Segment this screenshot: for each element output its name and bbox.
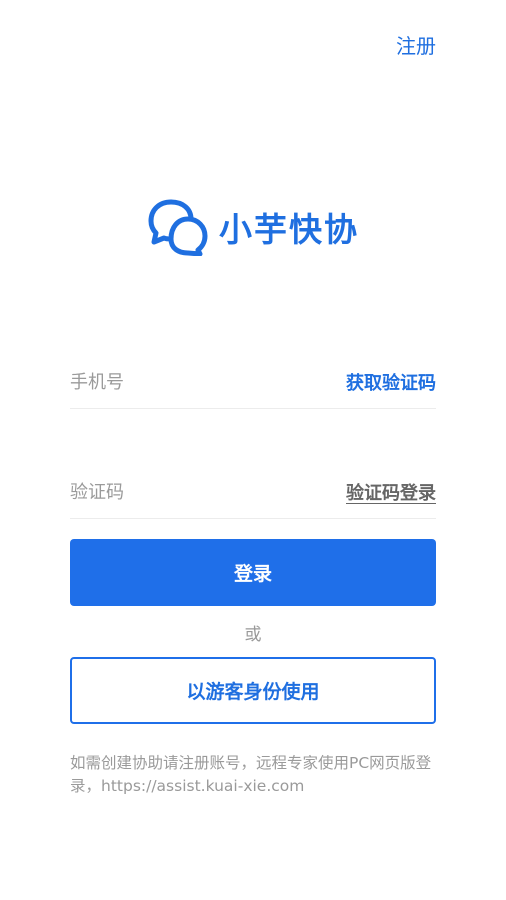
phone-field-row: 获取验证码	[70, 356, 436, 409]
login-button[interactable]: 登录	[70, 539, 436, 606]
phone-input[interactable]	[70, 371, 270, 393]
footer-hint: 如需创建协助请注册账号，远程专家使用PC网页版登录，https://assist…	[70, 754, 432, 795]
login-screen: 注册 小芋快协 获取验证码 验证码登录 登录 或 以游客身份使用 如需创建协助请…	[0, 0, 506, 900]
verification-code-input[interactable]	[70, 481, 270, 503]
or-divider-text: 或	[244, 625, 262, 645]
code-login-link[interactable]: 验证码登录	[346, 479, 436, 505]
get-code-button[interactable]: 获取验证码	[346, 369, 436, 395]
code-field-row: 验证码登录	[70, 466, 436, 519]
register-link[interactable]: 注册	[396, 30, 436, 59]
app-logo: 小芋快协	[147, 198, 359, 256]
guest-login-button[interactable]: 以游客身份使用	[70, 657, 436, 724]
chat-bubbles-icon	[148, 199, 208, 256]
brand-name: 小芋快协	[219, 210, 359, 249]
